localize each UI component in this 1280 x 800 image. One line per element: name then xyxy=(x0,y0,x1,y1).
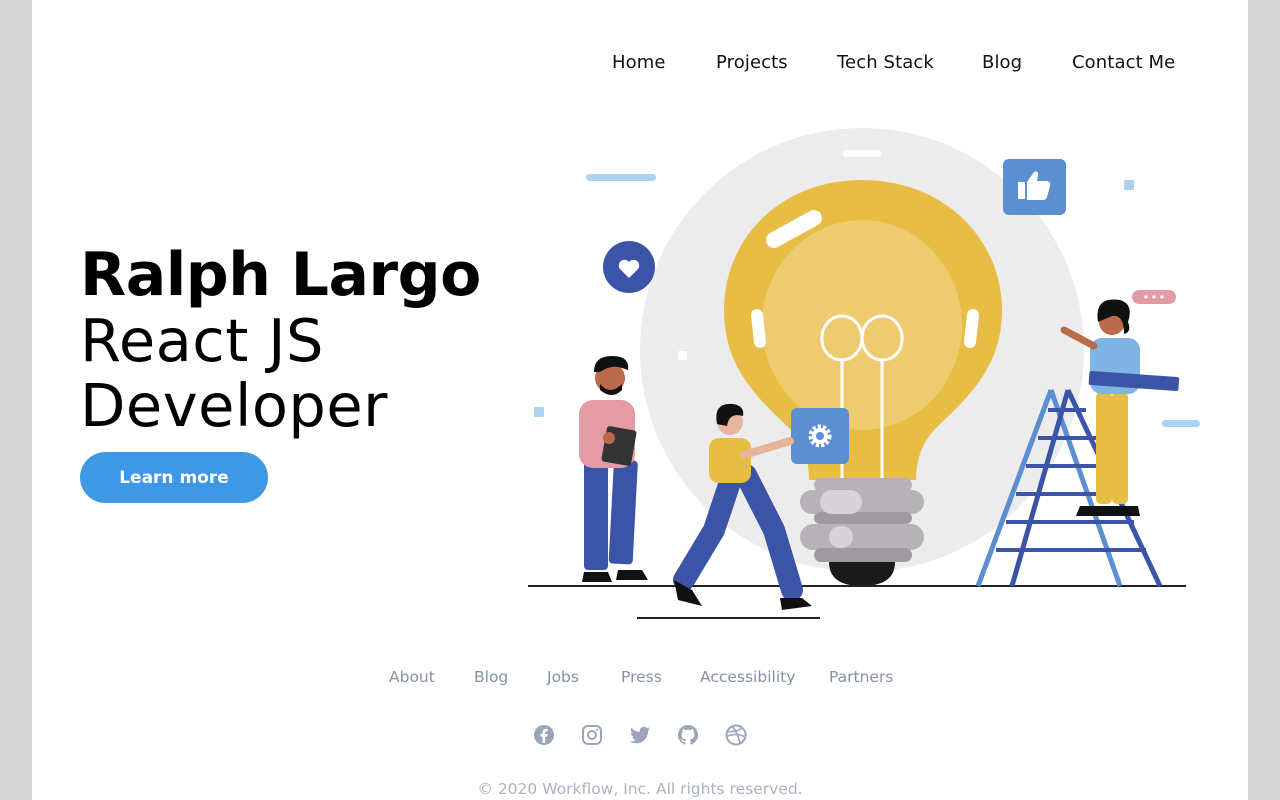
footer-link-press[interactable]: Press xyxy=(621,668,662,686)
decor-bar xyxy=(1162,420,1200,427)
heart-icon xyxy=(603,241,655,293)
footer-links: About Blog Jobs Press Accessibility Part… xyxy=(32,668,1248,690)
man-figure xyxy=(579,356,648,582)
github-icon[interactable] xyxy=(676,723,700,747)
nav-projects[interactable]: Projects xyxy=(716,52,788,73)
thumbs-up-icon xyxy=(1003,159,1066,215)
dribbble-icon[interactable] xyxy=(724,723,748,747)
nav-tech-stack[interactable]: Tech Stack xyxy=(837,52,934,73)
nav-blog[interactable]: Blog xyxy=(982,52,1022,73)
page-container: Home Projects Tech Stack Blog Contact Me… xyxy=(32,0,1248,800)
nav-home[interactable]: Home xyxy=(612,52,666,73)
hero-role-line-2: Developer xyxy=(80,371,388,440)
facebook-icon[interactable] xyxy=(532,723,556,747)
learn-more-button[interactable]: Learn more xyxy=(80,452,268,503)
nav-contact-me[interactable]: Contact Me xyxy=(1072,52,1175,73)
hero-role-line-1: React JS xyxy=(80,306,324,375)
footer-link-partners[interactable]: Partners xyxy=(829,668,893,686)
hero-illustration xyxy=(528,128,1200,619)
twitter-icon[interactable] xyxy=(628,723,652,747)
gear-icon xyxy=(791,408,849,464)
decor-dot xyxy=(1124,180,1134,190)
copyright-text: © 2020 Workflow, Inc. All rights reserve… xyxy=(477,780,803,798)
top-navigation: Home Projects Tech Stack Blog Contact Me xyxy=(32,52,1248,76)
chat-bubble-icon xyxy=(1132,290,1176,304)
decor-dot xyxy=(534,407,544,417)
instagram-icon[interactable] xyxy=(580,723,604,747)
hero-name: Ralph Largo xyxy=(80,240,481,310)
decor-bar xyxy=(586,174,656,181)
footer-link-blog[interactable]: Blog xyxy=(474,668,508,686)
footer-link-jobs[interactable]: Jobs xyxy=(547,668,579,686)
footer-link-about[interactable]: About xyxy=(389,668,435,686)
decor-dot xyxy=(678,351,687,360)
decor-bar xyxy=(843,150,881,157)
footer-link-accessibility[interactable]: Accessibility xyxy=(700,668,795,686)
